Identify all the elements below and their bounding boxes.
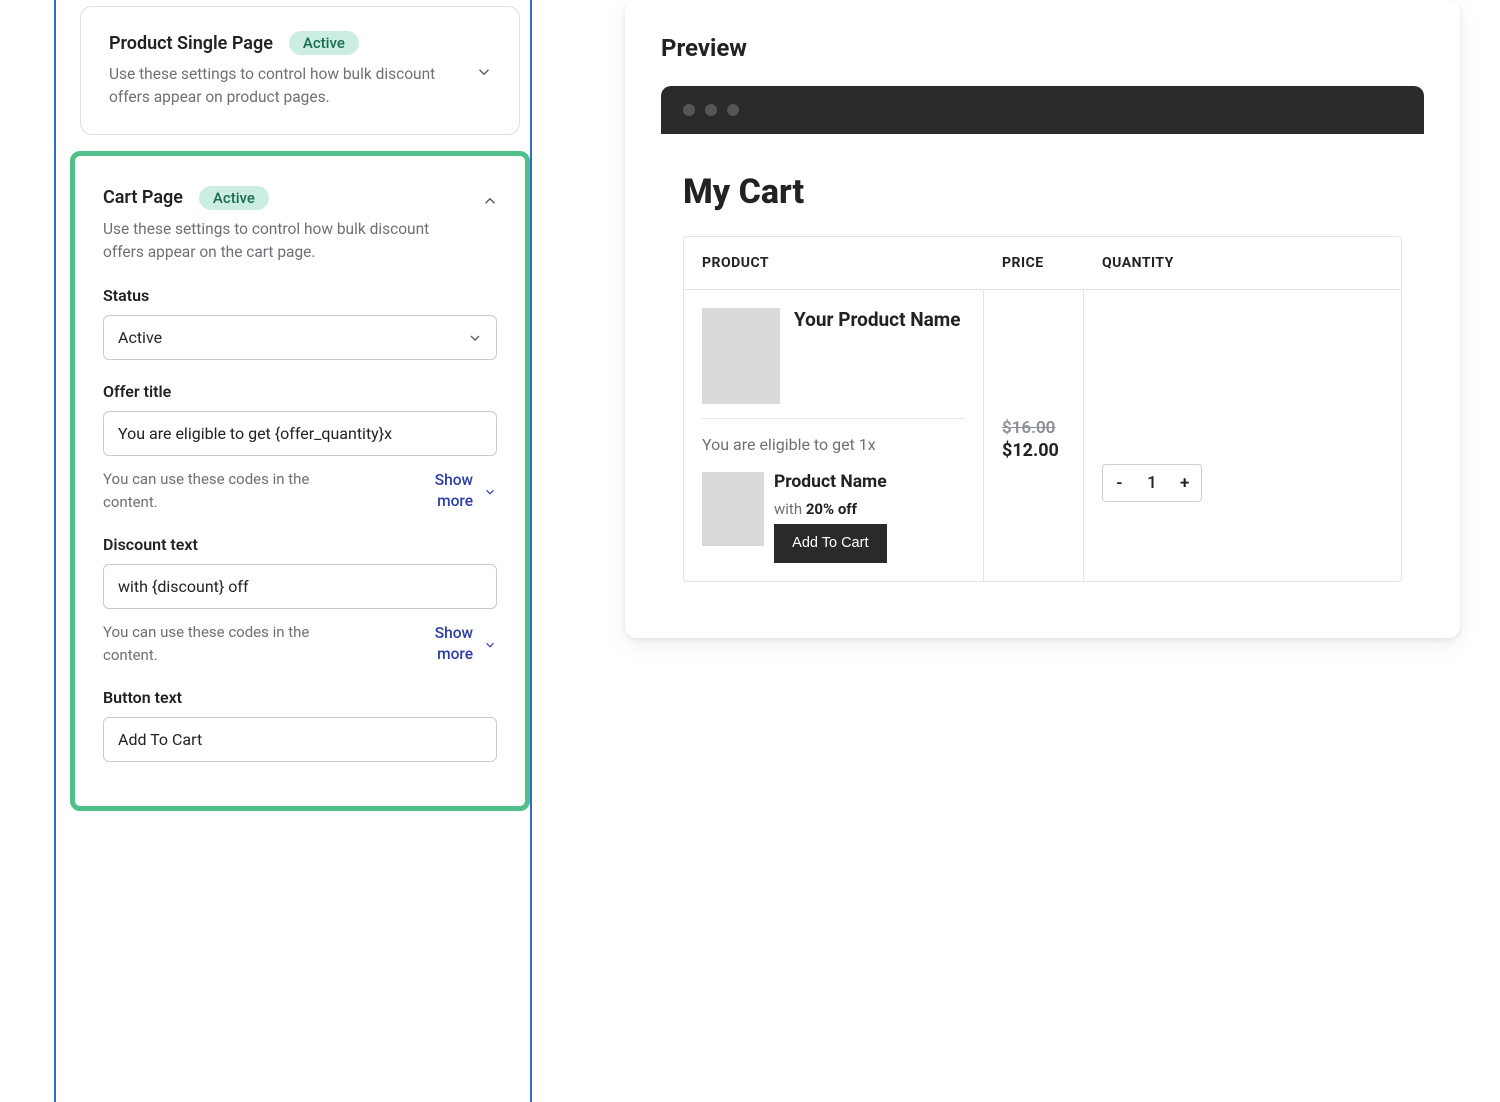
chevron-down-icon (483, 637, 497, 651)
button-text-input[interactable] (103, 717, 497, 762)
preview-panel: Preview My Cart PRODUCT PRICE QUANTITY (625, 0, 1460, 638)
card-title: Product Single Page (109, 33, 273, 54)
status-label: Status (103, 286, 497, 305)
quantity-decrease-button[interactable]: - (1103, 473, 1136, 493)
chevron-down-icon (483, 484, 497, 498)
preview-title: Preview (661, 34, 1424, 62)
button-text-label: Button text (103, 688, 497, 707)
add-to-cart-button[interactable]: Add To Cart (774, 524, 887, 564)
preview-browser: My Cart PRODUCT PRICE QUANTITY Your Pr (661, 86, 1424, 592)
show-more-toggle[interactable]: Show more (413, 623, 497, 663)
offer-image-placeholder (702, 472, 764, 546)
discount-text-helper: You can use these codes in the content. (103, 621, 343, 666)
table-row: Your Product Name You are eligible to ge… (684, 290, 1401, 581)
card-title: Cart Page (103, 187, 183, 208)
offer-title-helper: You can use these codes in the content. (103, 468, 343, 513)
window-dot-icon (683, 104, 695, 116)
show-more-label: Show more (413, 470, 473, 510)
offer-product-name: Product Name (774, 472, 887, 494)
offer-title-label: Offer title (103, 382, 497, 401)
status-badge: Active (199, 186, 269, 210)
cart-heading: My Cart (683, 172, 1402, 212)
column-header-product: PRODUCT (684, 237, 984, 289)
divider (702, 418, 965, 419)
price-discounted: $12.00 (1002, 440, 1065, 461)
quantity-value: 1 (1136, 473, 1169, 493)
quantity-increase-button[interactable]: + (1168, 473, 1201, 493)
window-dot-icon (705, 104, 717, 116)
column-header-quantity: QUANTITY (1084, 237, 1224, 289)
card-description: Use these settings to control how bulk d… (109, 63, 449, 110)
cart-table: PRODUCT PRICE QUANTITY Your Product Name (683, 236, 1402, 582)
offer-title-input[interactable] (103, 411, 497, 456)
status-badge: Active (289, 31, 359, 55)
price-original: $16.00 (1002, 418, 1065, 438)
browser-titlebar (661, 86, 1424, 134)
discount-text: with 20% off (774, 500, 887, 518)
eligible-text: You are eligible to get 1x (702, 433, 965, 458)
chevron-up-icon[interactable] (481, 192, 499, 210)
product-image-placeholder (702, 308, 780, 404)
chevron-down-icon[interactable] (475, 63, 493, 81)
settings-card-cart-page[interactable]: Cart Page Active Use these settings to c… (75, 156, 525, 807)
window-dot-icon (727, 104, 739, 116)
quantity-stepper[interactable]: - 1 + (1102, 464, 1202, 502)
product-name: Your Product Name (794, 308, 961, 332)
discount-text-label: Discount text (103, 535, 497, 554)
column-header-price: PRICE (984, 237, 1084, 289)
status-select[interactable]: Active (103, 315, 497, 360)
show-more-label: Show more (413, 623, 473, 663)
settings-card-product-single-page[interactable]: Product Single Page Active Use these set… (80, 6, 520, 135)
discount-text-input[interactable] (103, 564, 497, 609)
show-more-toggle[interactable]: Show more (413, 470, 497, 510)
card-description: Use these settings to control how bulk d… (103, 218, 443, 265)
settings-card-cart-page-highlight: Cart Page Active Use these settings to c… (70, 151, 530, 812)
